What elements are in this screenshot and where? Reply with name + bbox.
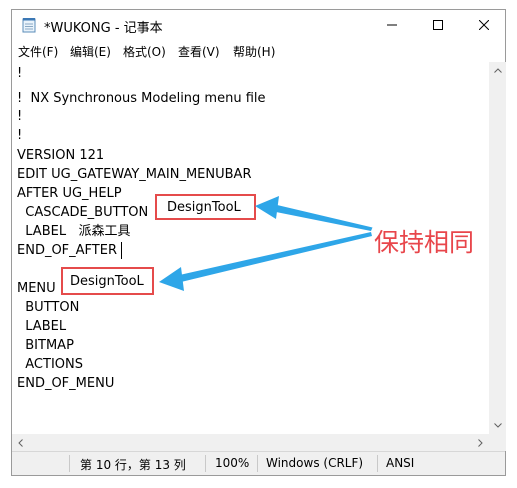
editor-line: BITMAP: [17, 338, 74, 353]
status-divider: [205, 455, 206, 472]
scroll-left-button[interactable]: [12, 434, 29, 451]
status-divider: [257, 455, 258, 472]
title-bar[interactable]: *WUKONG - 记事本: [12, 10, 505, 40]
minimize-button[interactable]: [369, 10, 415, 40]
status-cursor-position: 第 10 行，第 13 列: [80, 458, 186, 472]
menu-edit[interactable]: 编辑(E): [70, 43, 111, 60]
editor-line: BUTTON: [17, 300, 80, 315]
close-icon: [479, 20, 489, 30]
window-title: *WUKONG - 记事本: [44, 21, 163, 36]
editor-line: ! NX Synchronous Modeling menu file: [17, 91, 266, 106]
scroll-up-button[interactable]: [489, 62, 506, 79]
minimize-icon: [387, 24, 397, 26]
editor-line: LABEL: [17, 319, 67, 334]
menu-help[interactable]: 帮助(H): [233, 43, 275, 60]
notepad-icon: [22, 18, 36, 33]
editor-line: LABEL 派森工具: [17, 224, 131, 239]
vertical-scrollbar[interactable]: [489, 62, 506, 434]
highlight-box-menu: DesignTooL: [61, 267, 154, 295]
status-divider: [377, 455, 378, 472]
maximize-button[interactable]: [415, 10, 461, 40]
chevron-right-icon: [478, 438, 483, 447]
annotation-keep-same: 保持相同: [374, 228, 475, 257]
scroll-down-button[interactable]: [489, 417, 506, 434]
close-button[interactable]: [461, 10, 507, 40]
scrollbar-corner: [489, 434, 506, 451]
editor-line: END_OF_AFTER: [17, 243, 117, 258]
status-line-ending: Windows (CRLF): [266, 456, 364, 470]
text-caret: [121, 242, 122, 259]
status-encoding: ANSI: [386, 456, 415, 470]
editor-line: MENU: [17, 281, 64, 296]
editor-line: CASCADE_BUTTON: [17, 205, 161, 220]
editor-line: ACTIONS: [17, 357, 83, 372]
editor-line: VERSION 121: [17, 148, 105, 163]
editor-line: EDIT UG_GATEWAY_MAIN_MENUBAR: [17, 167, 252, 182]
status-bar: 第 10 行，第 13 列 100% Windows (CRLF) ANSI: [12, 451, 505, 475]
editor-line: !: [17, 66, 23, 81]
chevron-up-icon: [493, 68, 502, 73]
scroll-right-button[interactable]: [472, 434, 489, 451]
editor-line: AFTER UG_HELP: [17, 186, 122, 201]
chevron-down-icon: [493, 423, 502, 428]
editor-line: END_OF_MENU: [17, 376, 115, 391]
cascade-button-value: DesignTooL: [167, 200, 241, 215]
status-zoom: 100%: [215, 456, 250, 470]
editor-line: !: [17, 128, 23, 143]
chevron-left-icon: [18, 438, 23, 447]
horizontal-scrollbar[interactable]: [12, 434, 489, 451]
menu-file[interactable]: 文件(F): [18, 43, 58, 60]
menu-name-value: DesignTooL: [70, 274, 144, 289]
highlight-box-cascade: DesignTooL: [155, 194, 256, 220]
editor-line: !: [17, 109, 23, 124]
menu-format[interactable]: 格式(O): [123, 43, 166, 60]
maximize-icon: [433, 20, 443, 30]
menu-view[interactable]: 查看(V): [178, 43, 220, 60]
menu-bar: 文件(F) 编辑(E) 格式(O) 查看(V) 帮助(H): [12, 40, 505, 62]
status-divider: [69, 455, 70, 472]
